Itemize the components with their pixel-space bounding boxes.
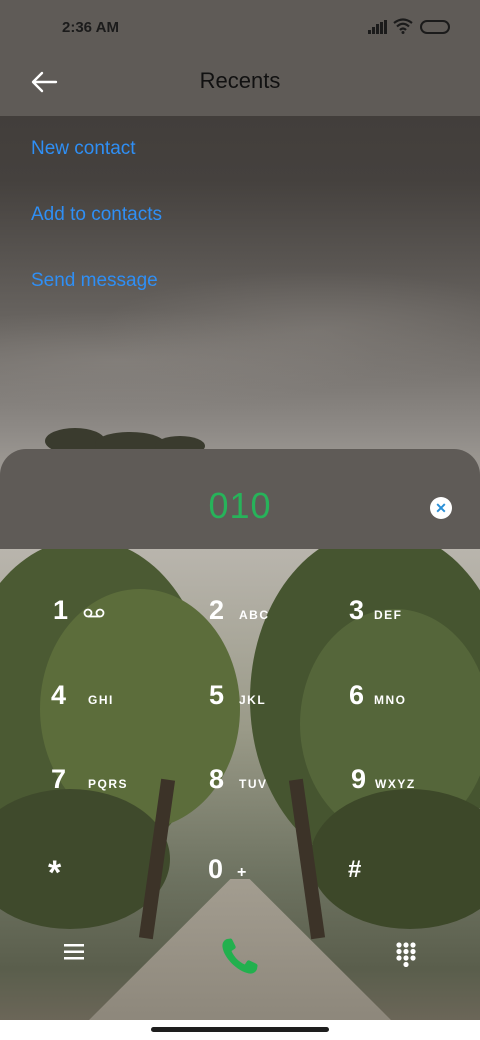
keypad: 1 2 ABC 3 DEF 4 GHI 5 JKL 6 MNO 7 PQRS 8… xyxy=(0,549,480,1020)
key-letters: WXYZ xyxy=(375,777,416,791)
key-letters: PQRS xyxy=(88,777,129,791)
key-2[interactable]: 2 ABC xyxy=(209,595,329,655)
key-letters: DEF xyxy=(374,608,403,622)
key-4[interactable]: 4 GHI xyxy=(51,680,171,740)
home-indicator[interactable] xyxy=(151,1027,329,1032)
key-digit: 5 xyxy=(209,680,225,710)
key-7[interactable]: 7 PQRS xyxy=(51,764,171,824)
key-digit: 2 xyxy=(209,595,225,625)
key-digit: 4 xyxy=(51,680,67,710)
key-digit: # xyxy=(348,856,362,883)
key-letters: ABC xyxy=(239,608,270,622)
new-contact-item[interactable]: New contact xyxy=(31,138,136,160)
dialed-number: 010 xyxy=(208,485,272,526)
page-title: Recents xyxy=(199,68,281,93)
key-digit: 3 xyxy=(349,595,365,625)
key-digit: 7 xyxy=(51,764,67,794)
menu-icon[interactable] xyxy=(63,942,85,962)
key-letters: + xyxy=(237,864,248,881)
key-8[interactable]: 8 TUV xyxy=(209,764,329,824)
key-6[interactable]: 6 MNO xyxy=(349,680,469,740)
key-1[interactable]: 1 xyxy=(53,595,173,655)
number-panel: 010 ✕ xyxy=(0,449,480,549)
key-digit: * xyxy=(48,854,62,892)
clear-icon[interactable]: ✕ xyxy=(430,497,452,519)
signal-icon xyxy=(368,20,387,34)
dialpad-icon[interactable] xyxy=(395,941,417,967)
key-9[interactable]: 9 WXYZ xyxy=(351,764,471,824)
voicemail-icon xyxy=(83,608,105,618)
key-letters: TUV xyxy=(239,777,268,791)
key-5[interactable]: 5 JKL xyxy=(209,680,329,740)
key-digit: 6 xyxy=(349,680,365,710)
app-header: Recents xyxy=(0,56,480,116)
key-3[interactable]: 3 DEF xyxy=(349,595,469,655)
key-digit: 9 xyxy=(351,764,367,794)
wifi-icon xyxy=(393,18,413,34)
key-star[interactable]: * xyxy=(48,854,168,914)
key-letters: GHI xyxy=(88,693,114,707)
key-digit: 8 xyxy=(209,764,225,794)
status-time: 2:36 AM xyxy=(62,19,119,36)
key-0[interactable]: 0 + xyxy=(208,854,328,914)
navigation-bar xyxy=(0,1020,480,1040)
send-message-item[interactable]: Send message xyxy=(31,270,158,292)
key-hash[interactable]: # xyxy=(348,856,468,916)
key-letters: MNO xyxy=(374,693,407,707)
key-digit: 1 xyxy=(53,595,69,625)
status-bar: 2:36 AM xyxy=(0,0,480,56)
phone-icon[interactable] xyxy=(218,934,262,978)
battery-icon xyxy=(420,20,450,34)
key-letters: JKL xyxy=(239,693,267,707)
key-digit: 0 xyxy=(208,854,224,884)
dialer-screen: 2:36 AM Recents New contact Add to conta… xyxy=(0,0,480,1020)
add-to-contacts-item[interactable]: Add to contacts xyxy=(31,204,162,226)
